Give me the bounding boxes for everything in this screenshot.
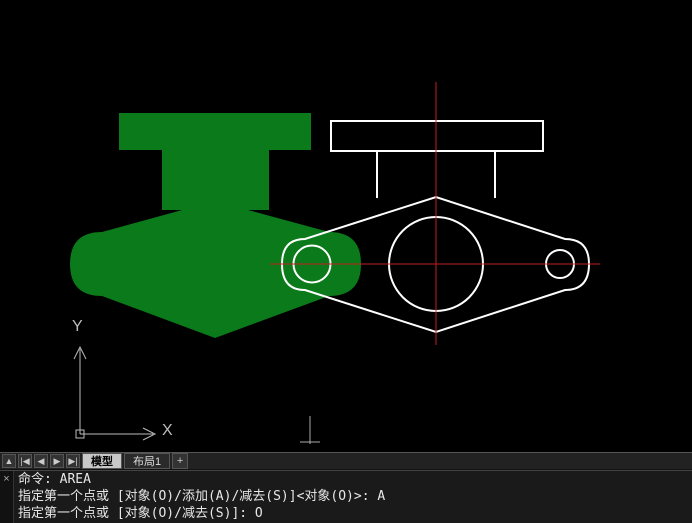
command-history[interactable]: 命令: AREA 指定第一个点或 [对象(O)/添加(A)/减去(S)]<对象(… <box>14 471 692 523</box>
tab-collapse-button[interactable]: ▲ <box>2 454 16 468</box>
tab-next-button[interactable]: ▶ <box>50 454 64 468</box>
tab-model[interactable]: 模型 <box>82 453 122 469</box>
ucs-icon: Y X <box>68 324 188 444</box>
ucs-x-label: X <box>162 422 173 440</box>
drawing-canvas[interactable]: Y X <box>0 0 692 452</box>
tab-prev-button[interactable]: ◀ <box>34 454 48 468</box>
command-line: 指定第一个点或 [对象(O)/减去(S)]: O <box>18 505 692 522</box>
command-line: 指定第一个点或 [对象(O)/添加(A)/减去(S)]<对象(O)>: A <box>18 488 692 505</box>
tab-last-button[interactable]: ▶| <box>66 454 80 468</box>
layout-tab-strip: ▲ |◀ ◀ ▶ ▶| 模型 布局1 + <box>0 452 692 470</box>
tab-layout1[interactable]: 布局1 <box>124 453 170 469</box>
command-close-button[interactable]: × <box>0 471 14 523</box>
ucs-y-label: Y <box>72 318 83 336</box>
command-panel: × 命令: AREA 指定第一个点或 [对象(O)/添加(A)/减去(S)]<对… <box>0 470 692 523</box>
command-line: 命令: AREA <box>18 471 692 488</box>
tab-first-button[interactable]: |◀ <box>18 454 32 468</box>
tab-add-button[interactable]: + <box>172 453 188 469</box>
green-flange-shape <box>70 113 361 338</box>
